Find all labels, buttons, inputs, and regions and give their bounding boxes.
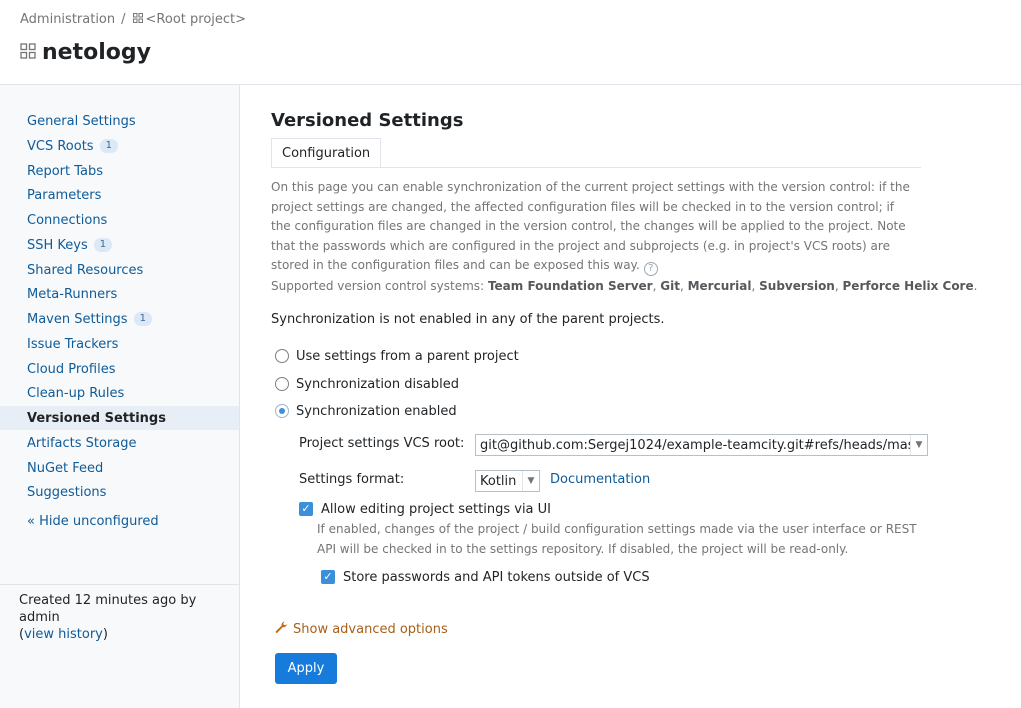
sidebar-item-issue-trackers[interactable]: Issue Trackers	[0, 332, 239, 356]
sidebar-item-label: VCS Roots	[27, 138, 94, 154]
vcs-sep: ,	[751, 279, 756, 293]
question-circle-icon[interactable]: ?	[643, 262, 658, 276]
allow-editing-label: Allow editing project settings via UI	[321, 501, 552, 517]
page-header: Administration / <Root project> netology	[0, 0, 1021, 85]
sidebar-item-artifacts-storage[interactable]: Artifacts Storage	[0, 431, 239, 455]
sidebar-item-suggestions[interactable]: Suggestions	[0, 480, 239, 504]
store-passwords-checkbox-row[interactable]: ✓ Store passwords and API tokens outside…	[321, 568, 650, 586]
description-body: On this page you can enable synchronizat…	[271, 180, 910, 272]
chevron-down-icon: ▼	[910, 435, 927, 455]
radio-label: Synchronization disabled	[296, 376, 459, 392]
sidebar-item-label: General Settings	[27, 113, 136, 129]
hide-unconfigured-link[interactable]: « Hide unconfigured	[27, 514, 159, 529]
sidebar-item-label: Clean-up Rules	[27, 385, 125, 401]
created-text: Created 12 minutes ago by admin	[19, 593, 197, 625]
project-grid-icon	[20, 42, 36, 63]
sidebar-item-vcs-roots[interactable]: VCS Roots 1	[0, 134, 239, 158]
radio-label: Synchronization enabled	[296, 403, 457, 419]
view-history-link[interactable]: view history	[24, 627, 103, 642]
sidebar-item-clean-up-rules[interactable]: Clean-up Rules	[0, 381, 239, 405]
tab-underline	[271, 167, 921, 168]
description-text: On this page you can enable synchronizat…	[271, 178, 916, 276]
radio-sync-enabled[interactable]: Synchronization enabled	[275, 401, 457, 421]
store-passwords-label: Store passwords and API tokens outside o…	[343, 569, 650, 585]
radio-button[interactable]	[275, 404, 289, 418]
vcs-system: Mercurial	[687, 279, 752, 293]
radio-button[interactable]	[275, 377, 289, 391]
paren-close: )	[102, 627, 108, 642]
settings-format-select[interactable]: Kotlin ▼	[475, 470, 540, 492]
sidebar-item-label: SSH Keys	[27, 237, 88, 253]
project-name: netology	[42, 40, 151, 65]
sidebar-divider	[0, 584, 239, 585]
vcs-system: Team Foundation Server	[487, 279, 653, 293]
sidebar-item-nuget-feed[interactable]: NuGet Feed	[0, 456, 239, 480]
apply-button[interactable]: Apply	[275, 653, 337, 684]
count-badge: 1	[99, 139, 118, 153]
count-badge: 1	[133, 312, 152, 326]
sidebar-item-label: Parameters	[27, 187, 102, 203]
sidebar-item-ssh-keys[interactable]: SSH Keys 1	[0, 233, 239, 257]
allow-editing-checkbox-row[interactable]: ✓ Allow editing project settings via UI	[299, 500, 551, 518]
sidebar-item-maven-settings[interactable]: Maven Settings 1	[0, 307, 239, 331]
breadcrumb-separator: /	[121, 12, 126, 27]
supported-vcs: Supported version control systems: Team …	[271, 277, 977, 296]
vcs-root-label: Project settings VCS root:	[299, 436, 465, 451]
show-advanced-options-link[interactable]: Show advanced options	[275, 621, 448, 638]
vcs-sep: ,	[834, 279, 839, 293]
vcs-system: Perforce Helix Core	[842, 279, 974, 293]
settings-sidebar: General Settings VCS Roots 1 Report Tabs Par…	[0, 85, 240, 708]
project-grid-icon	[132, 12, 143, 27]
page-title: netology	[20, 40, 151, 65]
breadcrumb: Administration / <Root project>	[20, 12, 246, 27]
radio-button[interactable]	[275, 349, 289, 363]
sidebar-item-label: Report Tabs	[27, 163, 104, 179]
sidebar-item-label: Meta-Runners	[27, 286, 118, 302]
advanced-options-label: Show advanced options	[293, 622, 448, 637]
vcs-root-select[interactable]: git@github.com:Sergej1024/example-teamci…	[475, 434, 928, 456]
supported-prefix: Supported version control systems:	[271, 279, 485, 293]
radio-use-parent-settings[interactable]: Use settings from a parent project	[275, 346, 519, 366]
sidebar-item-label: Cloud Profiles	[27, 361, 116, 377]
sidebar-item-meta-runners[interactable]: Meta-Runners	[0, 282, 239, 306]
radio-sync-disabled[interactable]: Synchronization disabled	[275, 374, 459, 394]
sidebar-item-label: Artifacts Storage	[27, 435, 137, 451]
sidebar-item-cloud-profiles[interactable]: Cloud Profiles	[0, 357, 239, 381]
created-info: Created 12 minutes ago by admin (view hi…	[19, 592, 234, 643]
vcs-system: Git	[660, 279, 680, 293]
tab-configuration[interactable]: Configuration	[271, 138, 382, 168]
sidebar-item-versioned-settings[interactable]: Versioned Settings	[0, 406, 239, 430]
wrench-icon	[275, 621, 288, 638]
sidebar-item-label: Versioned Settings	[27, 410, 166, 426]
settings-format-value: Kotlin	[480, 473, 517, 489]
vcs-sep: ,	[652, 279, 657, 293]
allow-editing-note: If enabled, changes of the project / bui…	[317, 522, 917, 556]
allow-editing-checkbox[interactable]: ✓	[299, 502, 313, 516]
chevron-down-icon: ▼	[522, 471, 539, 491]
breadcrumb-root-project-link[interactable]: <Root project>	[146, 12, 247, 27]
sync-status-text: Synchronization is not enabled in any of…	[271, 312, 665, 327]
vcs-root-value: git@github.com:Sergej1024/example-teamci…	[480, 437, 910, 453]
breadcrumb-administration-link[interactable]: Administration	[20, 12, 115, 27]
radio-label: Use settings from a parent project	[296, 348, 519, 364]
sidebar-item-general-settings[interactable]: General Settings	[0, 109, 239, 133]
sidebar-item-label: Shared Resources	[27, 262, 144, 278]
settings-format-label: Settings format:	[299, 472, 405, 487]
section-title: Versioned Settings	[271, 110, 464, 131]
sidebar-item-label: NuGet Feed	[27, 460, 104, 476]
documentation-link[interactable]: Documentation	[550, 472, 650, 487]
sidebar-item-report-tabs[interactable]: Report Tabs	[0, 159, 239, 183]
vcs-end: .	[973, 279, 978, 293]
vcs-system: Subversion	[759, 279, 835, 293]
sidebar-item-shared-resources[interactable]: Shared Resources	[0, 258, 239, 282]
sidebar-item-label: Connections	[27, 212, 108, 228]
sidebar-item-connections[interactable]: Connections	[0, 208, 239, 232]
vcs-sep: ,	[679, 279, 684, 293]
store-passwords-checkbox[interactable]: ✓	[321, 570, 335, 584]
sidebar-item-label: Maven Settings	[27, 311, 128, 327]
sidebar-item-parameters[interactable]: Parameters	[0, 183, 239, 207]
count-badge: 1	[93, 238, 113, 252]
sidebar-item-label: Suggestions	[27, 484, 107, 500]
sidebar-item-label: Issue Trackers	[27, 336, 119, 352]
